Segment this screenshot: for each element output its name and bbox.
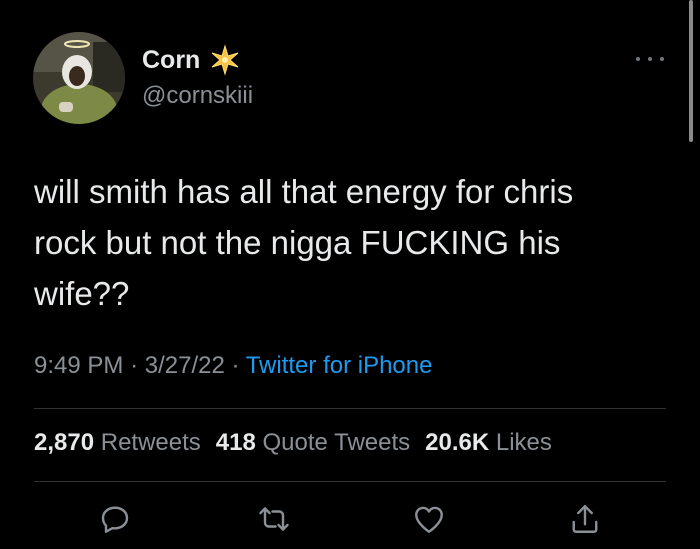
tweet-detail: Corn @cornskiii will smith has all that … [0, 0, 700, 549]
likes-count: 20.6K [425, 429, 490, 456]
retweet-icon[interactable] [256, 501, 292, 537]
divider [34, 481, 666, 482]
tweet-meta: 9:49 PM · 3/27/22 · Twitter for iPhone [34, 352, 432, 380]
display-name-text: Corn [142, 45, 201, 74]
divider [34, 408, 666, 409]
tweet-date[interactable]: 3/27/22 [145, 352, 225, 379]
retweets-label: Retweets [100, 429, 201, 456]
retweets-count: 2,870 [34, 429, 95, 456]
tweet-source-link[interactable]: Twitter for iPhone [246, 352, 433, 379]
tweet-stats: 2,870 Retweets 418 Quote Tweets 20.6K Li… [34, 429, 552, 457]
quote-tweets-stat[interactable]: 418 Quote Tweets [216, 429, 410, 457]
share-icon[interactable] [567, 501, 603, 537]
likes-stat[interactable]: 20.6K Likes [425, 429, 552, 457]
meta-separator: · [231, 352, 240, 379]
reply-icon[interactable] [97, 501, 133, 537]
likes-label: Likes [495, 429, 552, 456]
quote-tweets-count: 418 [215, 429, 256, 456]
user-handle[interactable]: @cornskiii [142, 82, 253, 110]
retweets-stat[interactable]: 2,870 Retweets [34, 429, 201, 457]
more-options-icon[interactable] [630, 46, 670, 72]
sparkle-emoji-icon [208, 43, 242, 77]
tweet-time[interactable]: 9:49 PM [34, 352, 123, 379]
avatar-photo [33, 32, 125, 124]
quote-tweets-label: Quote Tweets [262, 429, 411, 456]
avatar[interactable] [33, 32, 125, 124]
like-icon[interactable] [411, 501, 447, 537]
tweet-text: will smith has all that energy for chris… [34, 173, 574, 312]
scrollbar[interactable] [689, 0, 693, 142]
display-name[interactable]: Corn [142, 43, 242, 77]
meta-separator: · [130, 352, 139, 379]
